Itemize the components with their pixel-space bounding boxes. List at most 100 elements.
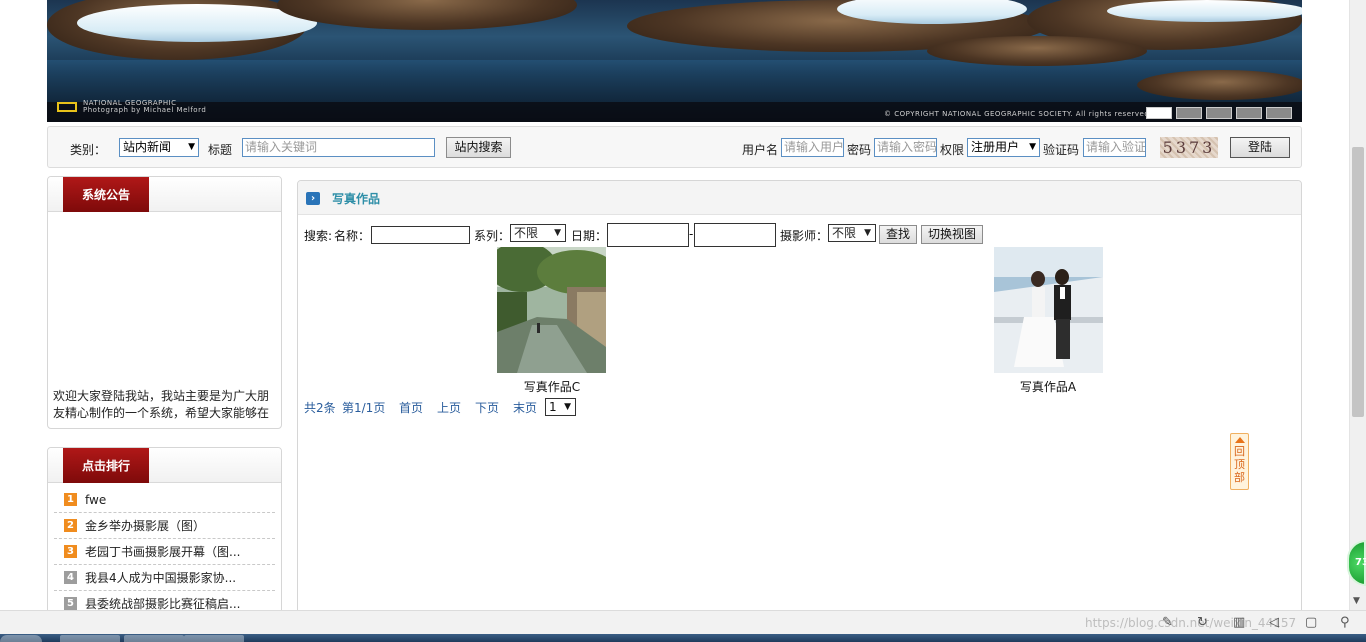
banner-copyright: © COPYRIGHT NATIONAL GEOGRAPHIC SOCIETY.… — [884, 110, 1152, 118]
trash-icon[interactable]: ▥ — [1233, 615, 1245, 630]
canal-photo-image — [497, 247, 606, 373]
back-to-top-label: 回顶部 — [1234, 445, 1245, 484]
search-label: 搜索: — [304, 229, 333, 243]
vertical-scrollbar[interactable]: ▼ — [1349, 0, 1366, 610]
browser-status-bar: https://blog.csdn.net/weixin_44157 ✎ ↻ ▥… — [0, 610, 1366, 634]
password-label: 密码 — [847, 143, 872, 157]
date-start-input[interactable] — [607, 223, 689, 247]
date-end-input[interactable] — [694, 223, 776, 247]
category-label: 类别： — [70, 143, 107, 157]
series-select[interactable]: 不限 ▼ — [510, 224, 566, 242]
pager-first-link[interactable]: 首页 — [399, 399, 423, 416]
slide-thumb[interactable] — [1266, 107, 1292, 119]
find-button[interactable]: 查找 — [879, 225, 917, 244]
photo-caption[interactable]: 写真作品A — [978, 378, 1118, 395]
photographer-select[interactable]: 不限 ▼ — [828, 224, 876, 242]
name-input[interactable] — [371, 226, 470, 244]
pager-next-link[interactable]: 下页 — [475, 399, 499, 416]
ranking-item[interactable]: 1 fwe — [54, 487, 275, 513]
ranking-panel-header: 点击排行 — [48, 448, 281, 483]
ranking-item[interactable]: 4 我县4人成为中国摄影家协... — [54, 565, 275, 591]
back-to-top-button[interactable]: 回顶部 — [1230, 433, 1249, 490]
ranking-item-label[interactable]: fwe — [85, 493, 106, 507]
keyword-input[interactable]: 请输入关键词 — [242, 138, 435, 157]
taskbar-app[interactable] — [124, 635, 184, 642]
site-search-button[interactable]: 站内搜索 — [446, 137, 511, 158]
series-label: 系列： — [474, 229, 511, 243]
search-login-bar: 类别： 站内新闻 ▼ 标题 请输入关键词 站内搜索 用户名 请输入用户 密码 请… — [47, 126, 1302, 168]
pager-last-link[interactable]: 末页 — [513, 399, 537, 416]
arrow-up-icon — [1235, 437, 1245, 443]
float-badge-value: 73 — [1355, 557, 1366, 568]
photo-thumbnail[interactable] — [497, 247, 606, 373]
rank-number: 2 — [64, 519, 77, 532]
page-jump-select[interactable]: 1 ▼ — [545, 398, 576, 416]
speaker-icon[interactable]: ◁ — [1269, 615, 1279, 630]
pager-prev-link[interactable]: 上页 — [437, 399, 461, 416]
banner-rock — [277, 0, 577, 30]
share-icon[interactable]: ✎ — [1162, 615, 1173, 630]
switch-view-button[interactable]: 切换视图 — [921, 225, 983, 244]
banner-rock — [1137, 70, 1302, 100]
taskbar-app[interactable] — [184, 635, 244, 642]
ranking-list: 1 fwe 2 金乡举办摄影展（图） 3 老园丁书画摄影展开幕（图... 4 我县4人成… — [48, 483, 281, 616]
slide-thumb[interactable] — [1236, 107, 1262, 119]
ranking-panel: 点击排行 1 fwe 2 金乡举办摄影展（图） 3 老园丁书画摄影展开幕（图... 4… — [47, 447, 282, 617]
title-label: 标题 — [208, 143, 233, 157]
role-select-value: 注册用户 — [971, 140, 1020, 154]
ranking-item-label[interactable]: 老园丁书画摄影展开幕（图... — [85, 543, 240, 560]
series-select-value: 不限 — [514, 226, 539, 240]
category-select-value: 站内新闻 — [123, 140, 172, 154]
captcha-label: 验证码 — [1043, 143, 1080, 157]
name-label: 名称： — [334, 229, 371, 243]
window-icon[interactable]: ▢ — [1305, 615, 1317, 630]
chevron-down-icon: ▼ — [1029, 142, 1036, 152]
role-select[interactable]: 注册用户 ▼ — [967, 138, 1040, 157]
slide-thumb[interactable] — [1176, 107, 1202, 119]
ranking-item[interactable]: 3 老园丁书画摄影展开幕（图... — [54, 539, 275, 565]
notice-text: 欢迎大家登陆我站，我站主要是为广大朋友精心制作的一个系统，希望大家能够在 — [53, 389, 270, 420]
chevron-down-icon: ▼ — [188, 142, 195, 152]
banner-slide-thumbs[interactable] — [1146, 107, 1292, 119]
password-input[interactable]: 请输入密码 — [874, 138, 937, 157]
chevron-down-icon: ▼ — [864, 228, 871, 238]
photo-caption[interactable]: 写真作品C — [482, 378, 622, 395]
start-button[interactable] — [0, 635, 42, 642]
rank-number: 5 — [64, 597, 77, 610]
scrollbar-thumb[interactable] — [1352, 147, 1364, 417]
status-watermark: https://blog.csdn.net/weixin_44157 — [1085, 616, 1297, 630]
slide-thumb[interactable] — [1206, 107, 1232, 119]
wedding-photo-image — [994, 247, 1103, 373]
chevron-down-icon: ▼ — [564, 402, 571, 412]
ranking-title: 点击排行 — [63, 448, 149, 483]
ranking-item-label[interactable]: 我县4人成为中国摄影家协... — [85, 569, 236, 586]
banner-rock — [927, 36, 1147, 66]
banner-snow — [1107, 0, 1302, 22]
taskbar-app[interactable] — [60, 635, 120, 642]
scroll-down-arrow-icon[interactable]: ▼ — [1353, 596, 1360, 606]
captcha-image[interactable]: 5373 — [1160, 137, 1218, 158]
rank-number: 4 — [64, 571, 77, 584]
login-button[interactable]: 登陆 — [1230, 137, 1290, 158]
captcha-input[interactable]: 请输入验证 — [1083, 138, 1146, 157]
photographer-label: 摄影师： — [780, 229, 829, 243]
date-label: 日期： — [571, 229, 608, 243]
header-banner: NATIONAL GEOGRAPHIC Photograph by Michael… — [47, 0, 1302, 122]
search-icon[interactable]: ⚲ — [1340, 615, 1350, 630]
role-label: 权限 — [940, 143, 965, 157]
slide-thumb[interactable] — [1146, 107, 1172, 119]
page-jump-value: 1 — [549, 400, 557, 414]
refresh-icon[interactable]: ↻ — [1197, 615, 1208, 630]
ranking-item-label[interactable]: 金乡举办摄影展（图） — [85, 517, 205, 534]
arrow-right-icon: › — [306, 192, 320, 205]
banner-brand-text: NATIONAL GEOGRAPHIC Photograph by Michael… — [83, 99, 207, 114]
photographer-select-value: 不限 — [832, 226, 857, 240]
os-taskbar — [0, 634, 1366, 642]
pager-page-info: 第1/1页 — [342, 401, 386, 415]
username-input[interactable]: 请输入用户 — [781, 138, 844, 157]
national-geographic-logo — [57, 102, 77, 112]
ranking-item[interactable]: 2 金乡举办摄影展（图） — [54, 513, 275, 539]
category-select[interactable]: 站内新闻 ▼ — [119, 138, 199, 157]
photo-thumbnail[interactable] — [994, 247, 1103, 373]
rank-number: 3 — [64, 545, 77, 558]
